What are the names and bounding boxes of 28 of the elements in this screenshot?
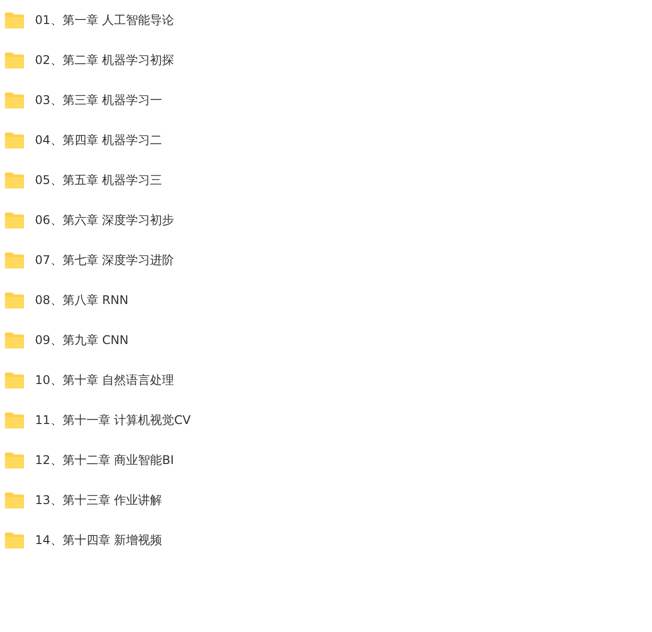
folder-name[interactable]: 12、第十二章 商业智能BI bbox=[35, 452, 174, 468]
folder-name[interactable]: 07、第七章 深度学习进阶 bbox=[35, 252, 174, 268]
folder-name[interactable]: 01、第一章 人工智能导论 bbox=[35, 12, 174, 28]
folder-name[interactable]: 14、第十四章 新增视频 bbox=[35, 532, 162, 548]
folder-icon bbox=[4, 52, 25, 68]
folder-icon bbox=[4, 172, 25, 188]
folder-icon bbox=[4, 492, 25, 508]
folder-name[interactable]: 05、第五章 机器学习三 bbox=[35, 172, 162, 188]
folder-icon bbox=[4, 212, 25, 228]
folder-icon bbox=[4, 452, 25, 468]
folder-name[interactable]: 04、第四章 机器学习二 bbox=[35, 132, 162, 148]
folder-name[interactable]: 08、第八章 RNN bbox=[35, 292, 128, 308]
folder-icon bbox=[4, 292, 25, 308]
folder-icon bbox=[4, 372, 25, 388]
folder-name[interactable]: 02、第二章 机器学习初探 bbox=[35, 52, 174, 68]
folder-name[interactable]: 11、第十一章 计算机视觉CV bbox=[35, 412, 191, 428]
folder-name[interactable]: 09、第九章 CNN bbox=[35, 332, 128, 348]
folder-name[interactable]: 13、第十三章 作业讲解 bbox=[35, 492, 162, 508]
folder-icon bbox=[4, 332, 25, 348]
folder-icon bbox=[4, 12, 25, 28]
folder-icon bbox=[4, 532, 25, 548]
folder-name[interactable]: 06、第六章 深度学习初步 bbox=[35, 212, 174, 228]
folder-icon bbox=[4, 92, 25, 108]
folder-icon bbox=[4, 412, 25, 428]
folder-name[interactable]: 10、第十章 自然语言处理 bbox=[35, 372, 174, 388]
folder-icon bbox=[4, 132, 25, 148]
folder-icon bbox=[4, 252, 25, 268]
folder-name[interactable]: 03、第三章 机器学习一 bbox=[35, 92, 162, 108]
